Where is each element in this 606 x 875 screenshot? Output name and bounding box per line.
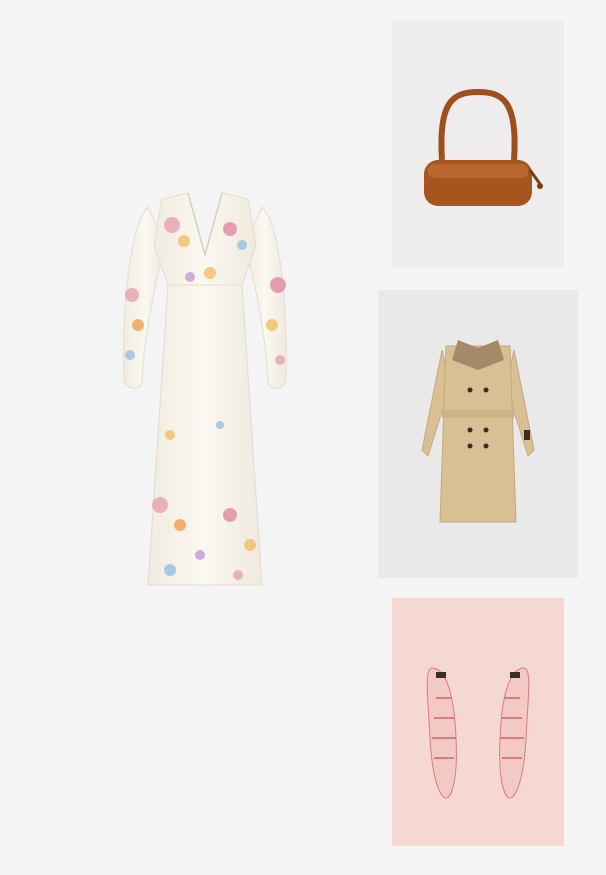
pink-shoes-illustration	[426, 667, 530, 799]
brown-bag-illustration	[424, 88, 543, 206]
floral-dress-image	[110, 185, 300, 595]
shoulder-bag-image	[392, 20, 564, 268]
slingback-pumps-image	[392, 598, 564, 846]
floral-dress-illustration	[123, 192, 287, 586]
trench-coat-illustration	[421, 340, 535, 523]
trench-coat-image	[378, 290, 578, 578]
